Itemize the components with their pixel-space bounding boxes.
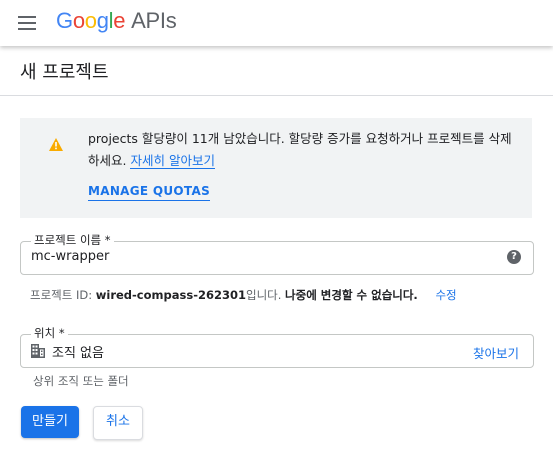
warning-icon bbox=[49, 138, 63, 151]
project-name-label: 프로젝트 이름 * bbox=[31, 233, 114, 247]
quota-message: projects 할당량이 11개 남았습니다. 할당량 증가를 요청하거나 프… bbox=[88, 128, 522, 172]
project-id-info: 프로젝트 ID: wired-compass-262301입니다. 나중에 변경… bbox=[30, 287, 457, 303]
logo-suffix: APIs bbox=[131, 8, 177, 33]
location-label: 위치 * bbox=[31, 326, 68, 340]
top-app-bar: Google APIs bbox=[0, 0, 553, 46]
location-hint: 상위 조직 또는 폴더 bbox=[33, 374, 129, 388]
quota-warning-banner: projects 할당량이 11개 남았습니다. 할당량 증가를 요청하거나 프… bbox=[20, 118, 532, 218]
browse-button[interactable]: 찾아보기 bbox=[473, 343, 519, 362]
project-id-value: wired-compass-262301 bbox=[95, 288, 246, 302]
project-id-warning: 나중에 변경할 수 없습니다. bbox=[285, 288, 418, 302]
edit-project-id-link[interactable]: 수정 bbox=[435, 288, 456, 302]
project-id-prefix: 프로젝트 ID: bbox=[30, 288, 96, 302]
logo-letter: o bbox=[72, 8, 85, 33]
cancel-button[interactable]: 취소 bbox=[93, 406, 143, 440]
location-field[interactable]: 위치 * 조직 없음 찾아보기 bbox=[20, 326, 534, 368]
project-name-input[interactable]: mc-wrapper bbox=[31, 249, 109, 264]
divider bbox=[0, 95, 553, 96]
location-value: 조직 없음 bbox=[52, 346, 104, 361]
logo-letter: g bbox=[96, 8, 109, 33]
hamburger-menu-icon[interactable] bbox=[16, 12, 40, 34]
help-icon[interactable]: ? bbox=[507, 250, 521, 264]
google-apis-logo[interactable]: Google APIs bbox=[56, 8, 177, 34]
create-button[interactable]: 만들기 bbox=[21, 406, 79, 438]
logo-letter: o bbox=[84, 8, 97, 33]
learn-more-link[interactable]: 자세히 알아보기 bbox=[130, 153, 215, 169]
project-id-suffix: 입니다. bbox=[245, 288, 286, 302]
logo-letter: e bbox=[113, 8, 126, 33]
page-title: 새 프로젝트 bbox=[20, 62, 109, 83]
manage-quotas-link[interactable]: MANAGE QUOTAS bbox=[88, 184, 211, 201]
building-icon bbox=[31, 344, 45, 358]
logo-letter: G bbox=[56, 8, 73, 33]
project-name-field[interactable]: 프로젝트 이름 * mc-wrapper ? bbox=[20, 233, 534, 275]
